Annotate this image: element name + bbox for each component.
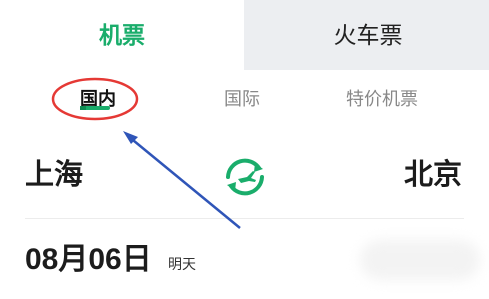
date-hint: 明天 [168,256,196,272]
blurred-content [360,240,480,280]
tab-flights[interactable]: 机票 [22,18,222,52]
sub-tab-active-indicator [80,106,110,110]
departure-city[interactable]: 上海 [25,155,83,195]
divider [25,218,464,219]
arrival-city[interactable]: 北京 [404,155,462,195]
departure-date[interactable]: 08月06日 [25,240,152,280]
tab-trains[interactable]: 火车票 [268,18,468,52]
swap-plane-icon[interactable] [218,150,272,204]
sub-tab-international[interactable]: 国际 [224,86,260,112]
sub-tab-special-fares[interactable]: 特价机票 [346,86,418,112]
